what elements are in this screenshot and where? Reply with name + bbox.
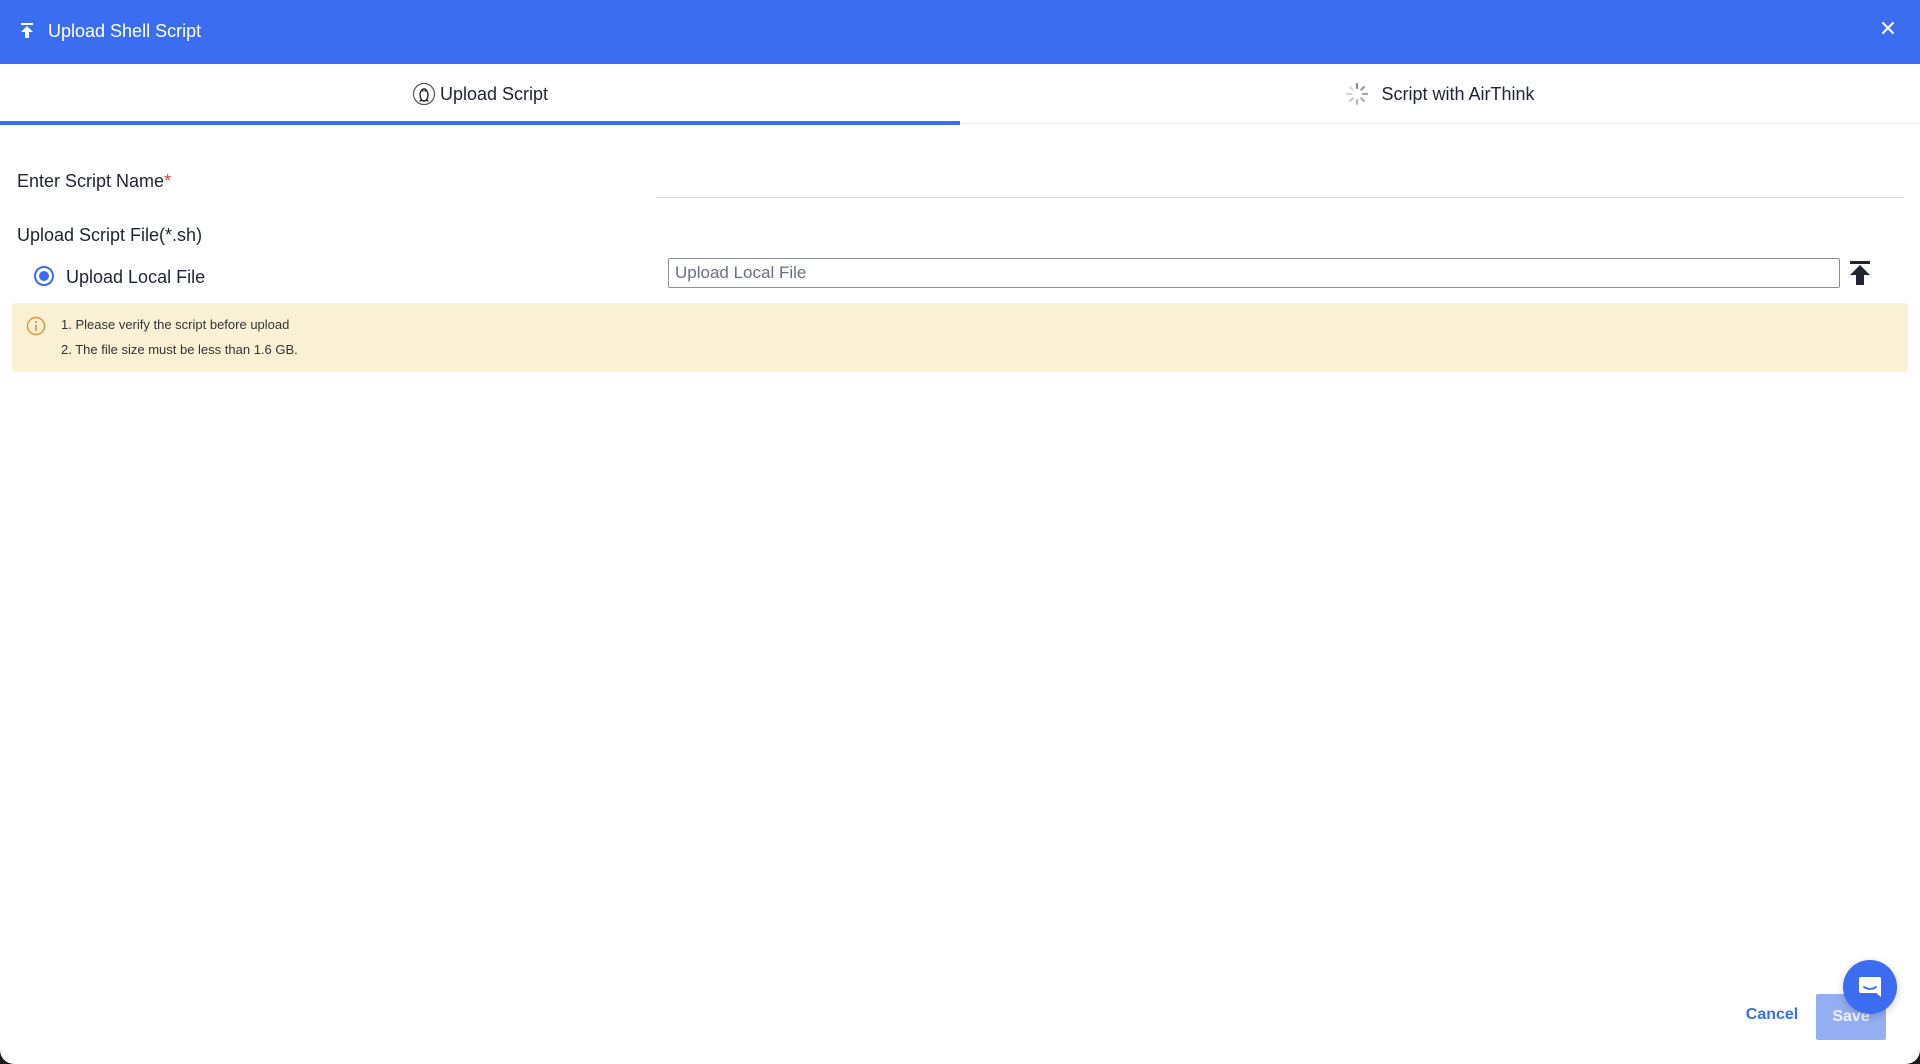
upload-file-label: Upload Script File(*.sh) (17, 225, 203, 245)
tab-script-with-airthink[interactable]: Script with AirThink (960, 64, 1920, 124)
chat-support-button[interactable] (1843, 960, 1897, 1014)
linux-penguin-icon (412, 82, 436, 106)
required-mark: * (164, 171, 172, 191)
chat-bubble-icon (1859, 977, 1881, 997)
script-name-label: Enter Script Name* (17, 170, 171, 192)
upload-local-file-radio[interactable] (34, 266, 54, 286)
active-tab-indicator (0, 121, 960, 125)
script-name-label-text: Enter Script Name (17, 171, 165, 191)
tab-upload-script-label: Upload Script (439, 83, 549, 104)
tab-script-with-airthink-label: Script with AirThink (1381, 83, 1535, 104)
tab-upload-script[interactable]: Upload Script (0, 64, 960, 125)
script-name-input[interactable] (656, 160, 1904, 198)
upload-shell-script-dialog: Upload Shell Script Upload Script Script… (0, 0, 1920, 1064)
close-button[interactable] (1876, 16, 1900, 40)
cancel-button[interactable]: Cancel (1736, 1006, 1808, 1030)
info-circle-icon (26, 316, 46, 336)
upload-notice-banner: 1. Please verify the script before uploa… (12, 303, 1908, 372)
close-icon (1882, 22, 1894, 34)
notice-line-2: 2. The file size must be less than 1.6 G… (61, 342, 298, 357)
dialog-header: Upload Shell Script (0, 0, 1920, 64)
notice-line-1: 1. Please verify the script before uploa… (61, 317, 290, 332)
upload-local-file-input[interactable] (668, 258, 1840, 288)
upload-local-file-radio-label: Upload Local File (66, 267, 206, 287)
tab-bar: Upload Script Script with AirThink (0, 64, 1920, 125)
upload-file-icon[interactable] (1848, 260, 1872, 286)
dialog-title: Upload Shell Script (48, 21, 202, 41)
spinner-icon (1346, 82, 1369, 106)
upload-arrow-icon (21, 23, 33, 38)
